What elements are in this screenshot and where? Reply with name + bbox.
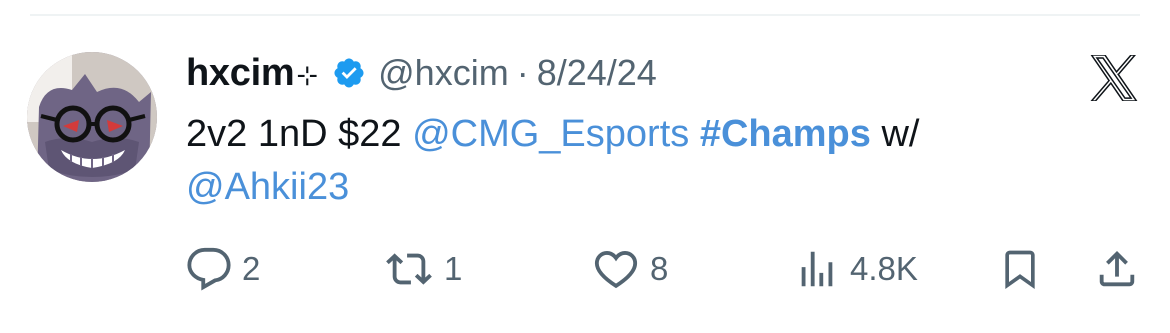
tweet-card[interactable]: hxcim ⊹ @hxcim · 8/24/24 2v2 1nD $22 @CM… (0, 0, 1170, 333)
reply-icon (187, 247, 231, 291)
name-suffix: ⊹ (296, 59, 319, 90)
separator-dot: · (516, 52, 529, 93)
tweet-text-part: w/ (870, 113, 920, 155)
views-button[interactable]: 4.8K (794, 244, 918, 294)
avatar-image (27, 52, 157, 182)
mention-link[interactable]: @CMG_Esports (412, 113, 689, 155)
views-icon (801, 251, 833, 287)
repost-icon (386, 253, 432, 285)
tweet-text-part: 2v2 1nD $22 (186, 113, 413, 155)
hashtag-link[interactable]: #Champs (700, 113, 871, 155)
bookmark-icon (1005, 250, 1035, 290)
bookmark-button[interactable] (998, 244, 1042, 294)
share-icon (1099, 250, 1135, 287)
views-count: 4.8K (850, 250, 918, 287)
verified-badge-icon (334, 58, 364, 88)
repost-button[interactable]: 1 (384, 244, 462, 294)
like-count: 8 (650, 250, 669, 287)
tweet-date[interactable]: 8/24/24 (537, 52, 657, 94)
action-bar: 2 1 8 4.8K (186, 244, 1146, 294)
share-button[interactable] (1094, 244, 1140, 294)
avatar[interactable] (27, 52, 157, 182)
reply-button[interactable]: 2 (186, 244, 260, 294)
x-logo-icon[interactable] (1088, 55, 1140, 101)
reply-count: 2 (242, 250, 261, 287)
tweet-header: hxcim ⊹ @hxcim · 8/24/24 (186, 50, 657, 96)
like-button[interactable]: 8 (592, 244, 668, 294)
tweet-text-space (689, 113, 700, 155)
user-handle[interactable]: @hxcim (378, 52, 509, 94)
heart-icon (594, 250, 638, 289)
tweet-text: 2v2 1nD $22 @CMG_Esports #Champs w/ @Ahk… (186, 108, 1086, 214)
display-name[interactable]: hxcim (186, 52, 295, 95)
mention-link[interactable]: @Ahkii23 (186, 166, 349, 208)
repost-count: 1 (444, 250, 463, 287)
